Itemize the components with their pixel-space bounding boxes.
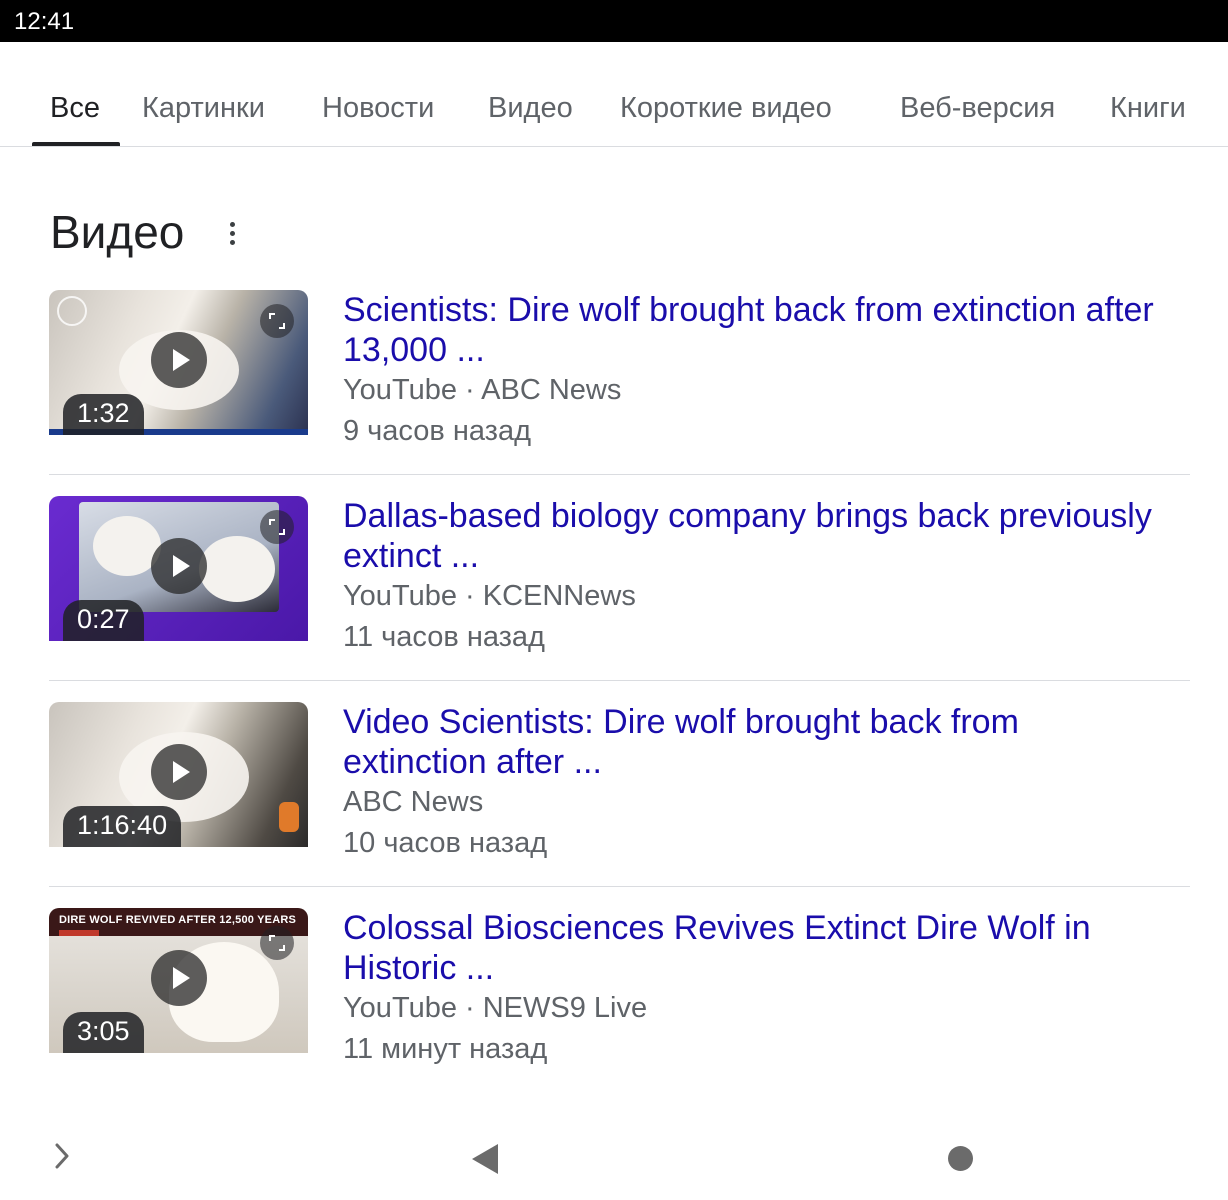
video-thumbnail[interactable]: 0:27 xyxy=(49,496,308,641)
result-divider xyxy=(49,474,1190,475)
video-source: YouTube · ABC News xyxy=(343,374,622,406)
video-source: YouTube · NEWS9 Live xyxy=(343,992,648,1024)
back-icon[interactable] xyxy=(472,1144,498,1174)
tab-web[interactable]: Веб-версия xyxy=(900,92,1055,125)
video-title-link[interactable]: Scientists: Dire wolf brought back from … xyxy=(343,290,1163,370)
video-time: 11 минут назад xyxy=(343,1033,548,1065)
play-icon[interactable] xyxy=(151,332,207,388)
video-time: 9 часов назад xyxy=(343,415,532,447)
video-thumbnail[interactable]: DIRE WOLF REVIVED AFTER 12,500 YEARS 3:0… xyxy=(49,908,308,1053)
active-tab-indicator xyxy=(32,142,120,146)
home-icon[interactable] xyxy=(948,1146,973,1171)
video-result[interactable]: 1:16:40 Video Scientists: Dire wolf brou… xyxy=(0,702,1228,908)
video-result[interactable]: DIRE WOLF REVIVED AFTER 12,500 YEARS 3:0… xyxy=(0,908,1228,1114)
video-title-link[interactable]: Video Scientists: Dire wolf brought back… xyxy=(343,702,1163,782)
tab-videos[interactable]: Видео xyxy=(488,92,573,125)
play-icon[interactable] xyxy=(151,744,207,800)
tab-short-videos[interactable]: Короткие видео xyxy=(620,92,832,125)
video-duration: 0:27 xyxy=(63,600,144,641)
video-time: 10 часов назад xyxy=(343,827,548,859)
chevron-right-icon[interactable] xyxy=(52,1142,72,1175)
system-navbar xyxy=(0,1120,1228,1200)
tab-images[interactable]: Картинки xyxy=(142,92,265,125)
more-vert-icon[interactable] xyxy=(224,222,240,250)
video-source: YouTube · KCENNews xyxy=(343,580,636,612)
status-time: 12:41 xyxy=(14,8,75,35)
expand-icon[interactable] xyxy=(260,510,294,544)
play-icon[interactable] xyxy=(151,950,207,1006)
video-duration: 1:32 xyxy=(63,394,144,435)
video-result[interactable]: 1:32 Scientists: Dire wolf brought back … xyxy=(0,290,1228,496)
tab-all[interactable]: Все xyxy=(50,92,100,125)
search-tabs: Все Картинки Новости Видео Короткие виде… xyxy=(0,42,1228,147)
thumbnail-caption: DIRE WOLF REVIVED AFTER 12,500 YEARS xyxy=(59,914,297,926)
video-thumbnail[interactable]: 1:32 xyxy=(49,290,308,435)
video-thumbnail[interactable]: 1:16:40 xyxy=(49,702,308,847)
channel-logo-icon xyxy=(57,296,87,326)
play-icon[interactable] xyxy=(151,538,207,594)
section-title: Видео xyxy=(50,206,185,258)
tab-books[interactable]: Книги xyxy=(1110,92,1186,125)
result-divider xyxy=(49,680,1190,681)
expand-icon[interactable] xyxy=(260,304,294,338)
video-result[interactable]: 0:27 Dallas-based biology company brings… xyxy=(0,496,1228,702)
result-divider xyxy=(49,886,1190,887)
video-title-link[interactable]: Dallas-based biology company brings back… xyxy=(343,496,1163,576)
status-bar: 12:41 xyxy=(0,0,1228,42)
tab-news[interactable]: Новости xyxy=(322,92,434,125)
video-source: ABC News xyxy=(343,786,484,818)
expand-icon[interactable] xyxy=(260,926,294,960)
video-duration: 1:16:40 xyxy=(63,806,182,847)
video-time: 11 часов назад xyxy=(343,621,545,653)
video-duration: 3:05 xyxy=(63,1012,144,1053)
video-title-link[interactable]: Colossal Biosciences Revives Extinct Dir… xyxy=(343,908,1163,988)
